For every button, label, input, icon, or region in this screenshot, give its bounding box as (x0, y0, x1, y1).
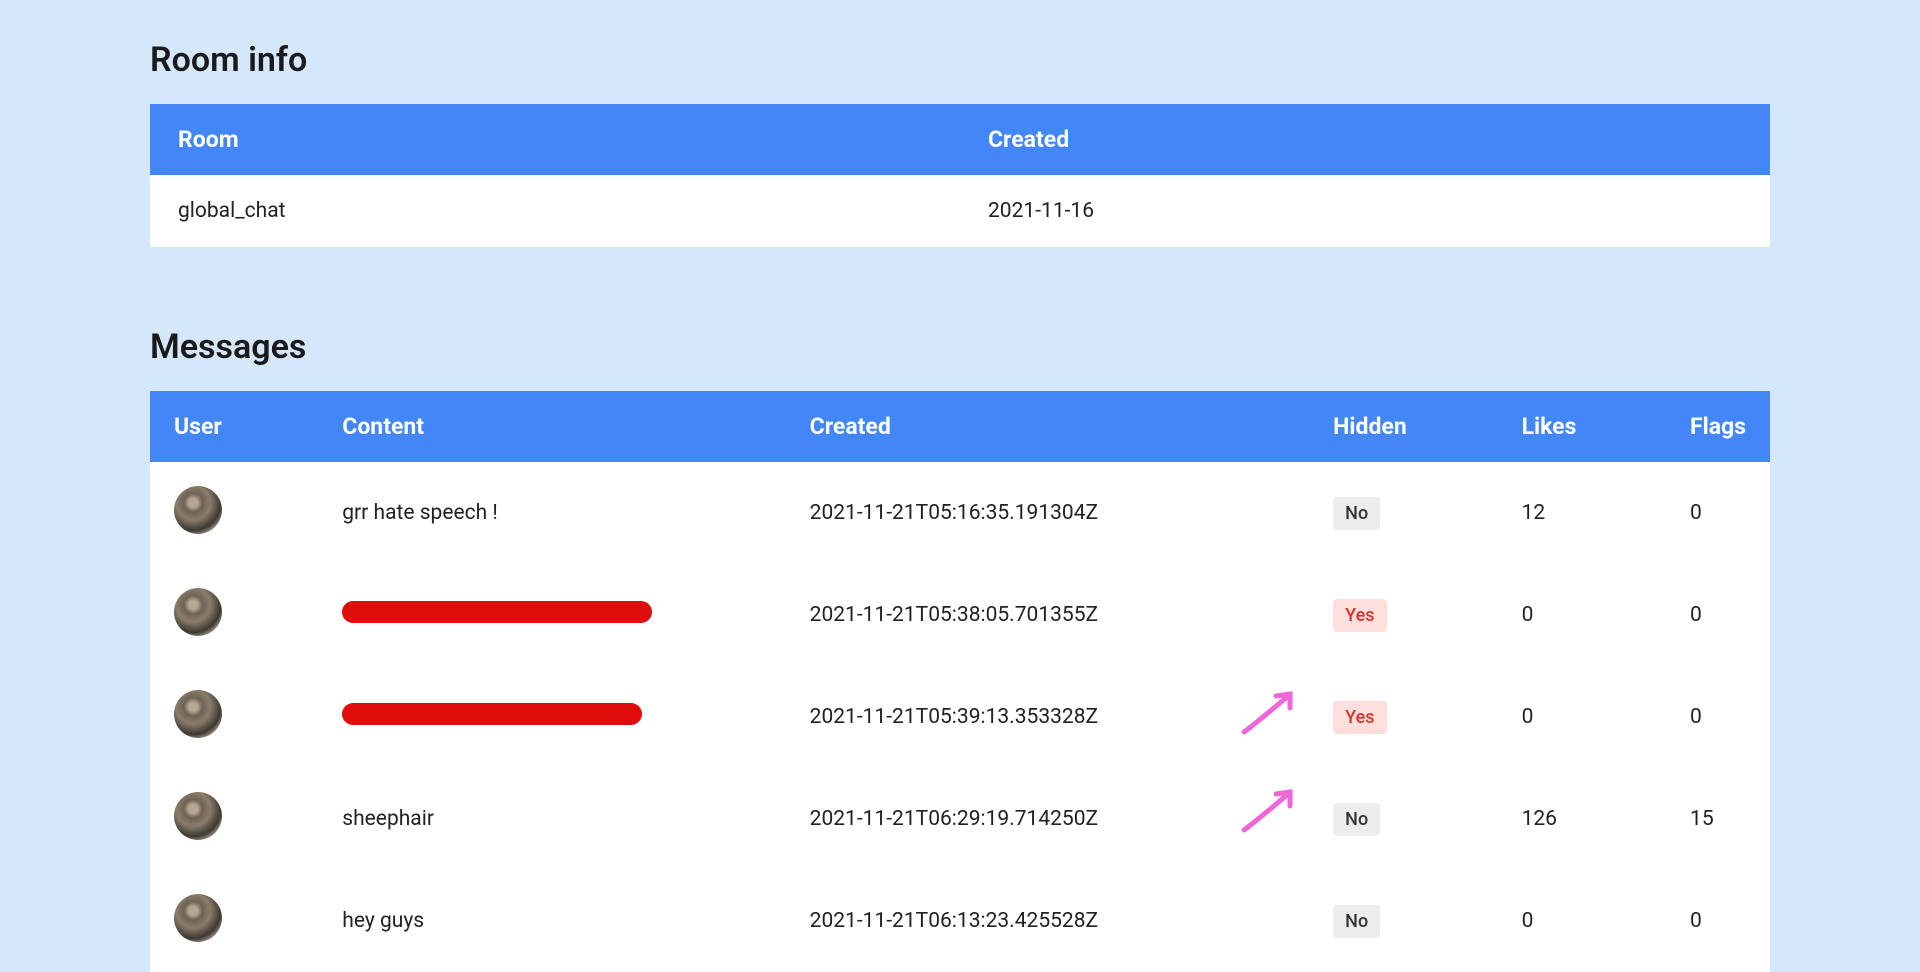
message-row[interactable]: hey guys 2021-11-21T06:13:23.425528Z No … (150, 870, 1770, 972)
room-name-cell: global_chat (150, 175, 960, 247)
messages-section: Messages User Content Created Hidden Lik… (150, 327, 1770, 972)
messages-header-user: User (150, 391, 318, 462)
message-row[interactable]: sheephair 2021-11-21T06:29:19.714250Z No… (150, 768, 1770, 870)
message-content-cell (318, 564, 785, 666)
messages-header-likes: Likes (1498, 391, 1666, 462)
hidden-badge[interactable]: No (1333, 497, 1380, 530)
hidden-badge[interactable]: Yes (1333, 701, 1386, 734)
redacted-content (342, 601, 652, 623)
messages-title: Messages (150, 327, 1770, 367)
avatar[interactable] (174, 486, 222, 534)
message-flags-cell: 0 (1666, 564, 1770, 666)
message-row[interactable]: grr hate speech ! 2021-11-21T05:16:35.19… (150, 462, 1770, 564)
room-info-table: Room Created global_chat 2021-11-16 (150, 104, 1770, 247)
message-likes-cell: 126 (1498, 768, 1666, 870)
avatar[interactable] (174, 894, 222, 942)
message-likes-cell: 0 (1498, 666, 1666, 768)
messages-header-hidden: Hidden (1309, 391, 1497, 462)
message-content-cell: sheephair (318, 768, 785, 870)
hidden-badge[interactable]: Yes (1333, 599, 1386, 632)
message-flags-cell: 15 (1666, 768, 1770, 870)
message-content-cell (318, 666, 785, 768)
message-row[interactable]: 2021-11-21T05:38:05.701355Z Yes 0 0 (150, 564, 1770, 666)
message-created-cell: 2021-11-21T05:16:35.191304Z (786, 462, 1310, 564)
message-likes-cell: 0 (1498, 870, 1666, 972)
room-row: global_chat 2021-11-16 (150, 175, 1770, 247)
hidden-badge[interactable]: No (1333, 905, 1380, 938)
message-flags-cell: 0 (1666, 666, 1770, 768)
message-created-cell: 2021-11-21T05:38:05.701355Z (786, 564, 1310, 666)
avatar[interactable] (174, 792, 222, 840)
messages-header-flags: Flags (1666, 391, 1770, 462)
message-row[interactable]: 2021-11-21T05:39:13.353328Z Yes 0 0 (150, 666, 1770, 768)
message-content-cell: grr hate speech ! (318, 462, 785, 564)
room-header-created: Created (960, 104, 1770, 175)
redacted-content (342, 703, 642, 725)
room-header-room: Room (150, 104, 960, 175)
message-created-cell: 2021-11-21T06:29:19.714250Z (786, 768, 1310, 870)
avatar[interactable] (174, 588, 222, 636)
message-created-cell: 2021-11-21T05:39:13.353328Z (786, 666, 1310, 768)
message-likes-cell: 0 (1498, 564, 1666, 666)
message-created-cell: 2021-11-21T06:13:23.425528Z (786, 870, 1310, 972)
messages-header-content: Content (318, 391, 785, 462)
message-flags-cell: 0 (1666, 870, 1770, 972)
avatar[interactable] (174, 690, 222, 738)
messages-header-created: Created (786, 391, 1310, 462)
message-content-cell: hey guys (318, 870, 785, 972)
message-flags-cell: 0 (1666, 462, 1770, 564)
message-likes-cell: 12 (1498, 462, 1666, 564)
hidden-badge[interactable]: No (1333, 803, 1380, 836)
room-created-cell: 2021-11-16 (960, 175, 1770, 247)
messages-table: User Content Created Hidden Likes Flags … (150, 391, 1770, 972)
room-info-title: Room info (150, 40, 1770, 80)
room-info-section: Room info Room Created global_chat 2021-… (150, 40, 1770, 247)
